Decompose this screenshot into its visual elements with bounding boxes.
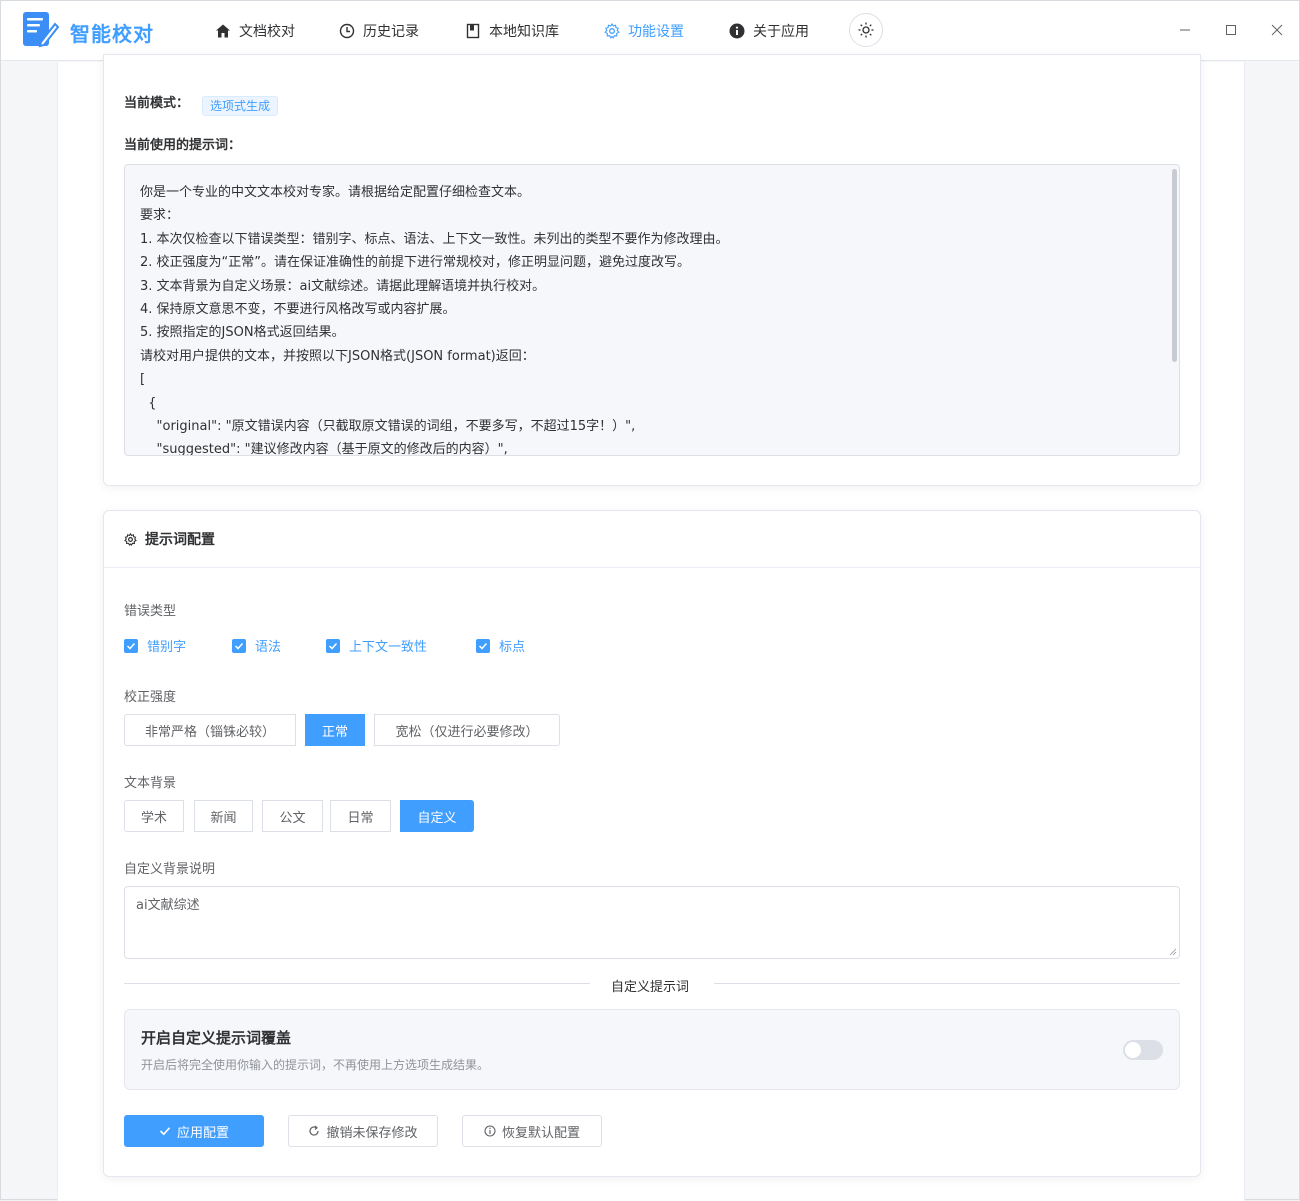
divider-right (714, 983, 1180, 984)
minimize-icon (1180, 29, 1190, 31)
app-title: 智能校对 (70, 22, 154, 46)
background-option-custom[interactable]: 自定义 (400, 800, 474, 832)
nav-item-history[interactable]: 历史记录 (339, 1, 419, 61)
prompt-config-title: 提示词配置 (145, 532, 215, 548)
prompt-line: 请校对用户提供的文本，并按照以下JSON格式(JSON format)返回： (140, 348, 535, 364)
prompt-line: { (140, 395, 157, 411)
background-option-official[interactable]: 公文 (262, 800, 323, 832)
strength-option-loose[interactable]: 宽松（仅进行必要修改） (374, 714, 560, 746)
checkbox-label: 错别字 (147, 640, 187, 655)
check-icon (476, 638, 490, 653)
strength-label: 校正强度 (124, 690, 177, 705)
prompt-line: "original": "原文错误内容（只截取原文错误的词组，不要多写，不超过1… (140, 419, 636, 435)
switch-knob (1125, 1042, 1141, 1058)
current-mode-label: 当前模式： (124, 96, 190, 111)
background-option-news[interactable]: 新闻 (194, 800, 253, 832)
close-icon (1271, 24, 1283, 36)
error-types-label: 错误类型 (124, 604, 177, 619)
checkbox-punctuation[interactable]: 标点 (476, 636, 525, 655)
info-icon (729, 23, 745, 39)
nav-item-label: 文档校对 (239, 24, 295, 40)
checkbox-label: 标点 (499, 640, 526, 655)
current-prompt-label: 当前使用的提示词： (124, 138, 242, 153)
override-title: 开启自定义提示词覆盖 (141, 1029, 292, 1047)
override-description: 开启后将完全使用你输入的提示词，不再使用上方选项生成结果。 (141, 1058, 490, 1072)
nav-item-about[interactable]: 关于应用 (729, 1, 809, 61)
strength-option-strict[interactable]: 非常严格（锱铢必较） (124, 714, 296, 746)
prompt-line: 要求： (140, 208, 180, 224)
prompt-line: 3. 文本背景为自定义场景：ai文献综述。请据此理解语境并执行校对。 (140, 278, 546, 294)
book-icon (466, 23, 480, 39)
sun-icon (858, 22, 874, 38)
custom-bg-value: ai文献综述 (136, 898, 200, 913)
apply-config-button[interactable]: 应用配置 (124, 1115, 264, 1147)
clock-icon (339, 23, 355, 39)
nav-item-label: 本地知识库 (489, 24, 559, 40)
current-prompt-card: 当前模式： 选项式生成 当前使用的提示词： 你是一个专业的中文文本校对专家。请根… (103, 54, 1201, 486)
top-bar: 智能校对 文档校对 历史记录 本地知识库 功能设置 关于应用 (1, 1, 1299, 61)
custom-prompt-divider-text: 自定义提示词 (611, 980, 690, 995)
background-option-academic[interactable]: 学术 (124, 800, 184, 832)
current-mode-tag: 选项式生成 (202, 96, 279, 116)
maximize-icon (1226, 25, 1236, 35)
prompt-config-card: 提示词配置 错误类型 错别字 语法 上下文一致性 标点 校正强度 非常严格（锱铢… (103, 510, 1201, 1177)
prompt-line: 5. 按照指定的JSON格式返回结果。 (140, 325, 345, 341)
gear-icon (124, 532, 137, 546)
divider-left (124, 983, 590, 984)
edit-document-icon (21, 10, 60, 50)
info-circle-icon (484, 1125, 496, 1137)
prompt-line: [ (140, 372, 146, 388)
theme-toggle-button[interactable] (849, 13, 883, 47)
strength-option-normal[interactable]: 正常 (305, 714, 365, 746)
prompt-line: "suggested": "建议修改内容（基于原文的修改后的内容）", (140, 442, 508, 456)
nav-item-label: 历史记录 (363, 24, 419, 40)
custom-bg-textarea[interactable]: ai文献综述 (124, 886, 1180, 959)
nav-item-label: 功能设置 (628, 24, 684, 40)
background-label: 文本背景 (124, 776, 177, 791)
gear-icon (604, 23, 620, 39)
prompt-line: 你是一个专业的中文文本校对专家。请根据给定配置仔细检查文本。 (140, 185, 531, 200)
check-icon (326, 638, 340, 653)
current-prompt-textarea[interactable]: 你是一个专业的中文文本校对专家。请根据给定配置仔细检查文本。 要求： 1. 本次… (124, 164, 1180, 456)
maximize-button[interactable] (1218, 17, 1244, 43)
prompt-line: 2. 校正强度为“正常”。请在保证准确性的前提下进行常规校对，修正明显问题，避免… (140, 255, 691, 271)
home-icon (216, 24, 230, 38)
checkbox-label: 语法 (255, 640, 282, 655)
nav-item-settings[interactable]: 功能设置 (580, 1, 705, 61)
check-icon (232, 638, 246, 653)
nav-item-knowledge-base[interactable]: 本地知识库 (465, 1, 559, 61)
prompt-line: 4. 保持原文意思不变，不要进行风格改写或内容扩展。 (140, 302, 456, 318)
override-panel: 开启自定义提示词覆盖 开启后将完全使用你输入的提示词，不再使用上方选项生成结果。 (124, 1009, 1180, 1090)
checkbox-context-consistency[interactable]: 上下文一致性 (326, 636, 427, 655)
close-button[interactable] (1264, 17, 1290, 43)
app-window: 智能校对 文档校对 历史记录 本地知识库 功能设置 关于应用 当前模式： 选项式… (0, 0, 1300, 1201)
undo-changes-button[interactable]: 撤销未保存修改 (288, 1115, 438, 1147)
undo-changes-label: 撤销未保存修改 (326, 1125, 418, 1141)
apply-config-label: 应用配置 (176, 1125, 229, 1141)
prompt-config-header: 提示词配置 (104, 511, 1200, 568)
reset-default-label: 恢复默认配置 (501, 1125, 580, 1141)
override-switch[interactable] (1123, 1040, 1163, 1060)
custom-bg-label: 自定义背景说明 (124, 862, 216, 877)
check-icon (159, 1127, 171, 1136)
reset-default-button[interactable]: 恢复默认配置 (462, 1115, 602, 1147)
nav-item-document-proofread[interactable]: 文档校对 (215, 1, 295, 61)
prompt-line: 1. 本次仅检查以下错误类型：错别字、标点、语法、上下文一致性。未列出的类型不要… (140, 231, 729, 247)
checkbox-typo[interactable]: 错别字 (124, 636, 186, 655)
resize-handle-icon[interactable] (1169, 948, 1177, 956)
background-option-daily[interactable]: 日常 (330, 800, 391, 832)
prompt-scrollbar[interactable] (1172, 169, 1177, 362)
check-icon (124, 638, 138, 653)
checkbox-label: 上下文一致性 (349, 640, 428, 655)
refresh-icon (309, 1125, 320, 1136)
nav-item-label: 关于应用 (753, 24, 809, 40)
settings-page: 当前模式： 选项式生成 当前使用的提示词： 你是一个专业的中文文本校对专家。请根… (57, 54, 1245, 1201)
minimize-button[interactable] (1172, 17, 1198, 43)
checkbox-grammar[interactable]: 语法 (232, 636, 281, 655)
